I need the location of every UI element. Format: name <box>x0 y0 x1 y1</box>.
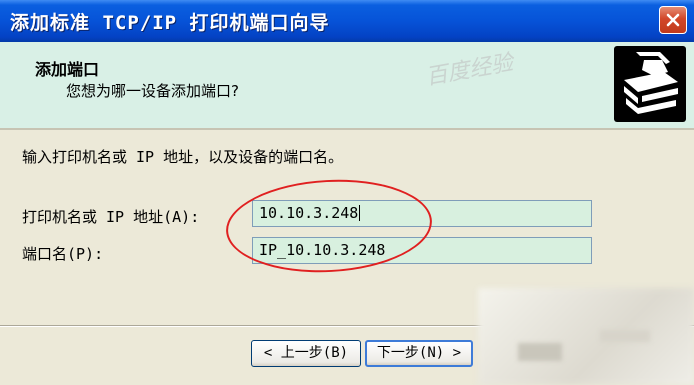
printer-name-label: 打印机名或 IP 地址(A): <box>22 208 200 226</box>
watermark: 百度经验 <box>423 50 515 91</box>
next-button[interactable]: 下一步(N) > <box>365 340 473 367</box>
printer-icon <box>614 46 686 122</box>
instruction-text: 输入打印机名或 IP 地址，以及设备的端口名。 <box>22 148 344 166</box>
text-caret <box>359 205 361 221</box>
back-button[interactable]: < 上一步(B) <box>251 340 361 367</box>
close-button[interactable] <box>659 6 687 34</box>
blurred-region <box>478 288 694 385</box>
blurred-region <box>600 330 650 342</box>
window-title: 添加标准 TCP/IP 打印机端口向导 <box>10 12 330 34</box>
wizard-header: 添加端口 您想为哪一设备添加端口? 百度经验 <box>0 42 694 130</box>
port-name-value: IP_10.10.3.248 <box>259 241 386 259</box>
port-name-label: 端口名(P): <box>22 245 104 263</box>
blurred-region <box>518 343 562 361</box>
printer-name-input[interactable]: 10.10.3.248 <box>252 200 592 227</box>
close-icon <box>666 13 680 27</box>
title-bar: 添加标准 TCP/IP 打印机端口向导 <box>0 0 694 42</box>
printer-name-value: 10.10.3.248 <box>259 204 359 222</box>
header-title: 添加端口 <box>35 60 100 79</box>
port-name-input[interactable]: IP_10.10.3.248 <box>252 237 592 264</box>
header-subtitle: 您想为哪一设备添加端口? <box>66 82 239 100</box>
